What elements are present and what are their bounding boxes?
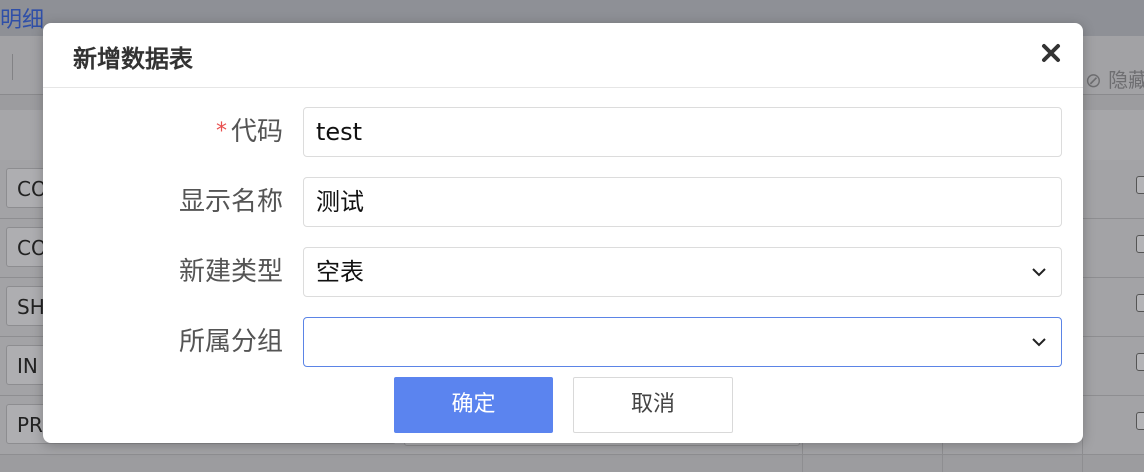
display-name-label: 显示名称 bbox=[178, 187, 283, 217]
background-title: 明细 bbox=[0, 8, 45, 33]
chevron-down-icon bbox=[1032, 338, 1046, 347]
toolbar-divider bbox=[12, 54, 13, 80]
required-mark: * bbox=[215, 119, 227, 144]
create-type-label: 新建类型 bbox=[178, 257, 283, 287]
close-icon[interactable] bbox=[1037, 39, 1065, 67]
row-checkbox bbox=[1136, 235, 1144, 253]
chevron-down-icon bbox=[1032, 268, 1046, 277]
code-input[interactable]: test bbox=[303, 107, 1062, 157]
dialog-header: 新增数据表 bbox=[43, 23, 1083, 88]
code-row: * 代码 test bbox=[43, 107, 1083, 157]
row-checkbox bbox=[1136, 353, 1144, 371]
hide-button: ⊘ 隐藏 bbox=[1085, 64, 1144, 93]
group-select[interactable] bbox=[303, 317, 1062, 367]
code-label: * 代码 bbox=[216, 107, 283, 157]
confirm-button[interactable]: 确定 bbox=[394, 377, 553, 433]
row-checkbox bbox=[1136, 412, 1144, 430]
create-type-row: 新建类型 空表 bbox=[43, 247, 1083, 297]
eye-slash-icon: ⊘ bbox=[1085, 68, 1102, 92]
create-type-value: 空表 bbox=[316, 258, 364, 286]
hide-label: 隐藏 bbox=[1108, 68, 1144, 92]
display-name-input[interactable]: 测试 bbox=[303, 177, 1062, 227]
cancel-button[interactable]: 取消 bbox=[573, 377, 733, 433]
code-label-text: 代码 bbox=[230, 117, 283, 147]
new-table-dialog: 新增数据表 * 代码 test 显示名称 测试 新建类型 空表 所属分组 确定 … bbox=[43, 23, 1083, 443]
display-name-row: 显示名称 测试 bbox=[43, 177, 1083, 227]
group-label: 所属分组 bbox=[178, 327, 283, 357]
group-row: 所属分组 bbox=[43, 317, 1083, 367]
row-checkbox bbox=[1136, 176, 1144, 194]
dialog-title: 新增数据表 bbox=[73, 45, 193, 73]
row-checkbox bbox=[1136, 294, 1144, 312]
create-type-select[interactable]: 空表 bbox=[303, 247, 1062, 297]
